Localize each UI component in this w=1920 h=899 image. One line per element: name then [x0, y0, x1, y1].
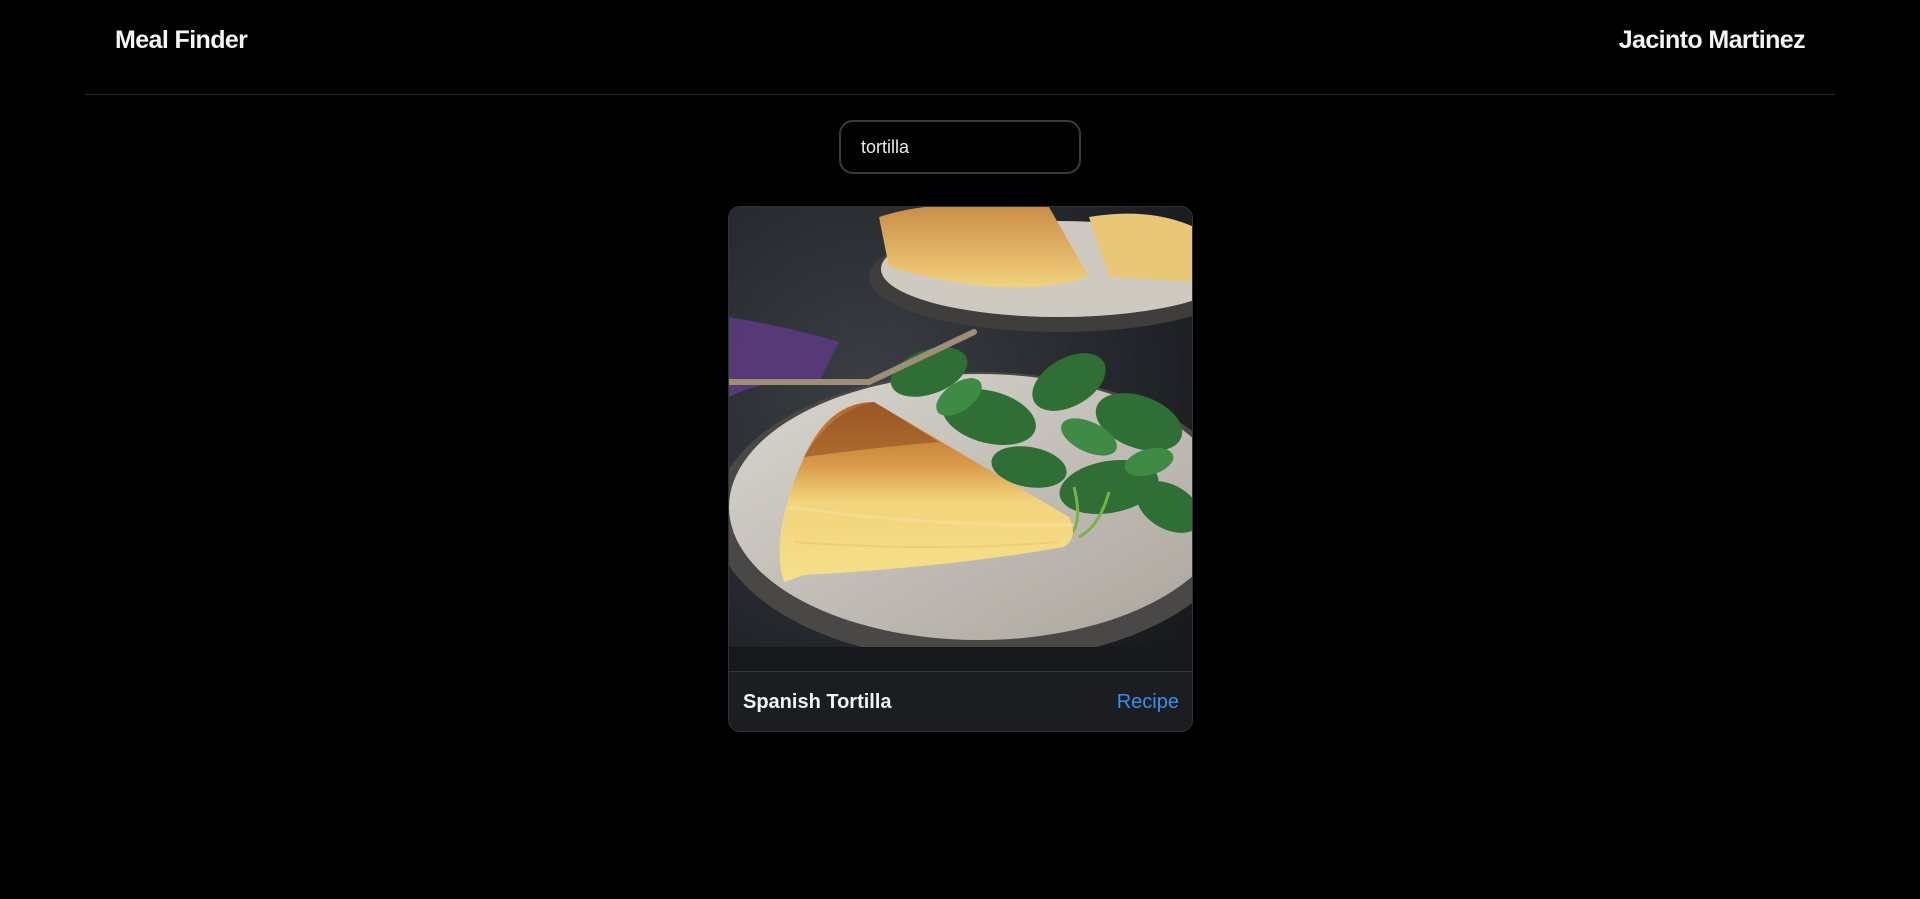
- meal-card: Spanish Tortilla Recipe: [728, 206, 1193, 732]
- brand-title[interactable]: Meal Finder: [115, 26, 248, 55]
- top-nav: Meal Finder Jacinto Martinez: [85, 0, 1835, 95]
- search-input[interactable]: [839, 120, 1081, 174]
- recipe-link[interactable]: Recipe: [1117, 691, 1179, 714]
- user-name[interactable]: Jacinto Martinez: [1619, 26, 1806, 55]
- meal-name: Spanish Tortilla: [743, 691, 892, 713]
- card-footer: Spanish Tortilla Recipe: [729, 671, 1192, 731]
- meal-photo: [729, 207, 1192, 671]
